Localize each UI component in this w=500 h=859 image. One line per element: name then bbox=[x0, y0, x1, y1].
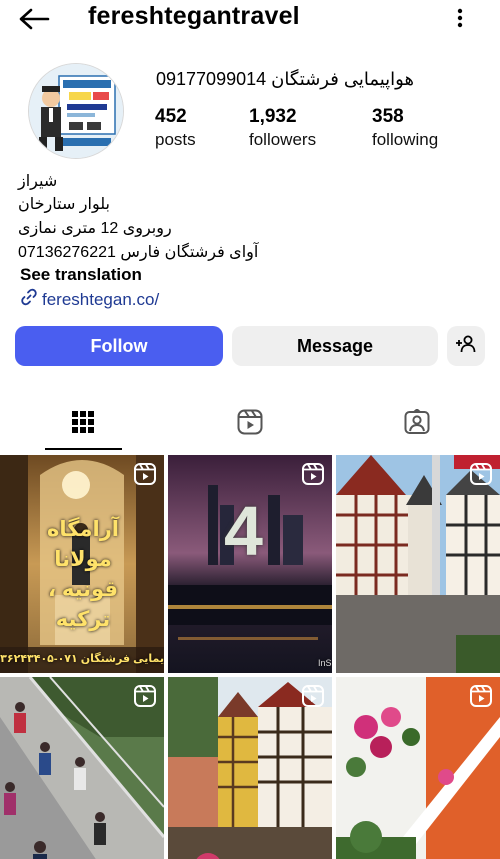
follow-button[interactable]: Follow bbox=[15, 326, 223, 366]
tab-tagged[interactable] bbox=[397, 404, 437, 444]
tagged-person-icon bbox=[404, 407, 430, 440]
post-thumbnail[interactable] bbox=[336, 677, 500, 859]
website-url: fereshtegan.co/ bbox=[42, 289, 160, 309]
post-thumbnail[interactable]: 4 InS bbox=[168, 455, 332, 673]
bio-line-address: روبروی 12 متری نمازی bbox=[18, 220, 172, 237]
message-button[interactable]: Message bbox=[232, 326, 438, 366]
post-thumbnail[interactable]: آرامگاه مولانا قونیه ، ترکیه یمایی فرشتگ… bbox=[0, 455, 164, 673]
stat-posts[interactable]: 452 posts bbox=[155, 106, 196, 152]
stat-followers[interactable]: 1,932 followers bbox=[249, 106, 316, 152]
post-caption-line: قونیه ، ترکیه bbox=[48, 578, 118, 631]
post-number-overlay: 4 bbox=[224, 492, 263, 570]
person-add-icon bbox=[455, 335, 477, 358]
reel-indicator-icon bbox=[470, 685, 492, 707]
post-thumbnail[interactable] bbox=[336, 455, 500, 673]
stat-value: 452 bbox=[155, 106, 187, 127]
see-translation-link[interactable]: See translation bbox=[20, 265, 142, 285]
stat-label: posts bbox=[155, 130, 196, 149]
tab-grid[interactable] bbox=[63, 404, 103, 444]
post-caption-line: آرامگاه مولانا bbox=[47, 518, 119, 571]
profile-tabs bbox=[0, 400, 500, 452]
profile-avatar[interactable] bbox=[28, 63, 124, 159]
reel-indicator-icon bbox=[302, 463, 324, 485]
post-footer-text: InS bbox=[318, 658, 332, 668]
post-thumbnail[interactable] bbox=[168, 677, 332, 859]
profile-username: fereshtegantravel bbox=[88, 2, 300, 30]
reel-indicator-icon bbox=[134, 463, 156, 485]
display-name: هواپیمایی فرشتگان 09177099014 bbox=[156, 69, 414, 89]
top-bar: fereshtegantravel bbox=[0, 0, 500, 40]
reel-indicator-icon bbox=[134, 685, 156, 707]
suggest-people-button[interactable] bbox=[447, 326, 485, 366]
stat-label: followers bbox=[249, 130, 317, 149]
reel-indicator-icon bbox=[302, 685, 324, 707]
stat-value: 1,932 bbox=[249, 106, 297, 127]
reels-icon bbox=[237, 409, 263, 440]
stat-value: 358 bbox=[372, 106, 404, 127]
post-image bbox=[336, 455, 500, 673]
reel-indicator-icon bbox=[470, 463, 492, 485]
bio-line-street: بلوار ستارخان bbox=[18, 196, 110, 213]
more-options-icon[interactable] bbox=[452, 6, 468, 30]
post-footer-text: یمایی فرشتگان ۰۷۱-۳۶۲۴۳۴۰۵ bbox=[0, 653, 164, 665]
bio-line-phone: آوای فرشتگان فارس 07136276221 bbox=[18, 244, 259, 261]
tab-reels[interactable] bbox=[230, 404, 270, 444]
grid-icon bbox=[72, 410, 94, 438]
link-icon bbox=[20, 288, 38, 311]
back-arrow-icon[interactable] bbox=[18, 8, 50, 30]
profile-website-link[interactable]: fereshtegan.co/ bbox=[20, 288, 159, 311]
active-tab-indicator bbox=[45, 448, 122, 450]
stat-label: following bbox=[372, 130, 439, 149]
stat-following[interactable]: 358 following bbox=[372, 106, 438, 152]
bio-line-city: شیراز bbox=[18, 173, 58, 190]
post-thumbnail[interactable] bbox=[0, 677, 164, 859]
